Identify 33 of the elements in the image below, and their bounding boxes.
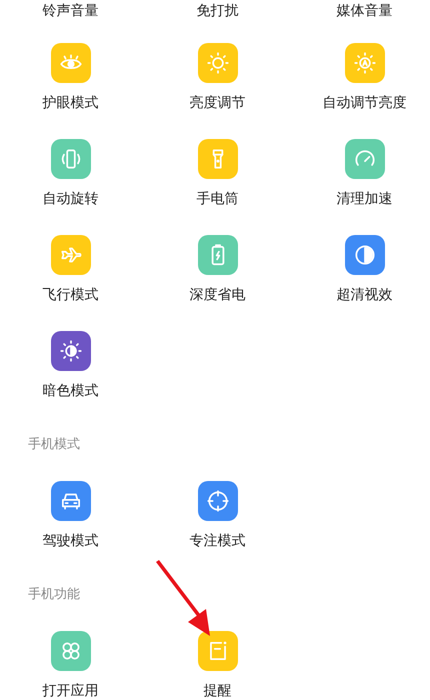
apps-icon[interactable]: [50, 631, 90, 671]
section-title: 手机模式: [28, 436, 80, 454]
item-label: 飞行模式: [42, 286, 98, 305]
rotate-icon[interactable]: [50, 139, 90, 179]
flashlight-icon[interactable]: [198, 139, 238, 179]
battery-icon[interactable]: [198, 235, 238, 275]
item-label: 驾驶模式: [42, 532, 98, 551]
eye-icon[interactable]: [50, 43, 90, 83]
item-label: 手电筒: [196, 190, 238, 209]
target-icon[interactable]: [198, 481, 238, 521]
item-label: 超清视效: [336, 286, 392, 305]
item-label: 暗色模式: [42, 382, 98, 401]
contrast-icon[interactable]: [344, 235, 384, 275]
item-label: 提醒: [204, 682, 232, 700]
item-label: 自动调节亮度: [322, 94, 406, 113]
item-label: 深度省电: [190, 286, 246, 305]
section-title: 手机功能: [28, 586, 80, 604]
note-icon[interactable]: [198, 631, 238, 671]
item-label: 亮度调节: [190, 94, 246, 113]
item-label: 自动旋转: [42, 190, 98, 209]
item-label: 免打扰: [196, 2, 238, 21]
item-label: 护眼模式: [42, 94, 98, 113]
item-label: 铃声音量: [42, 2, 98, 21]
sun-icon[interactable]: [198, 43, 238, 83]
speedometer-icon[interactable]: [344, 139, 384, 179]
item-label: 媒体音量: [336, 2, 392, 21]
item-label: 清理加速: [336, 190, 392, 209]
item-label: 专注模式: [190, 532, 246, 551]
item-label: 打开应用: [42, 682, 98, 700]
airplane-icon[interactable]: [50, 235, 90, 275]
auto-brightness-icon[interactable]: [344, 43, 384, 83]
dark-mode-icon[interactable]: [50, 331, 90, 371]
car-icon[interactable]: [50, 481, 90, 521]
